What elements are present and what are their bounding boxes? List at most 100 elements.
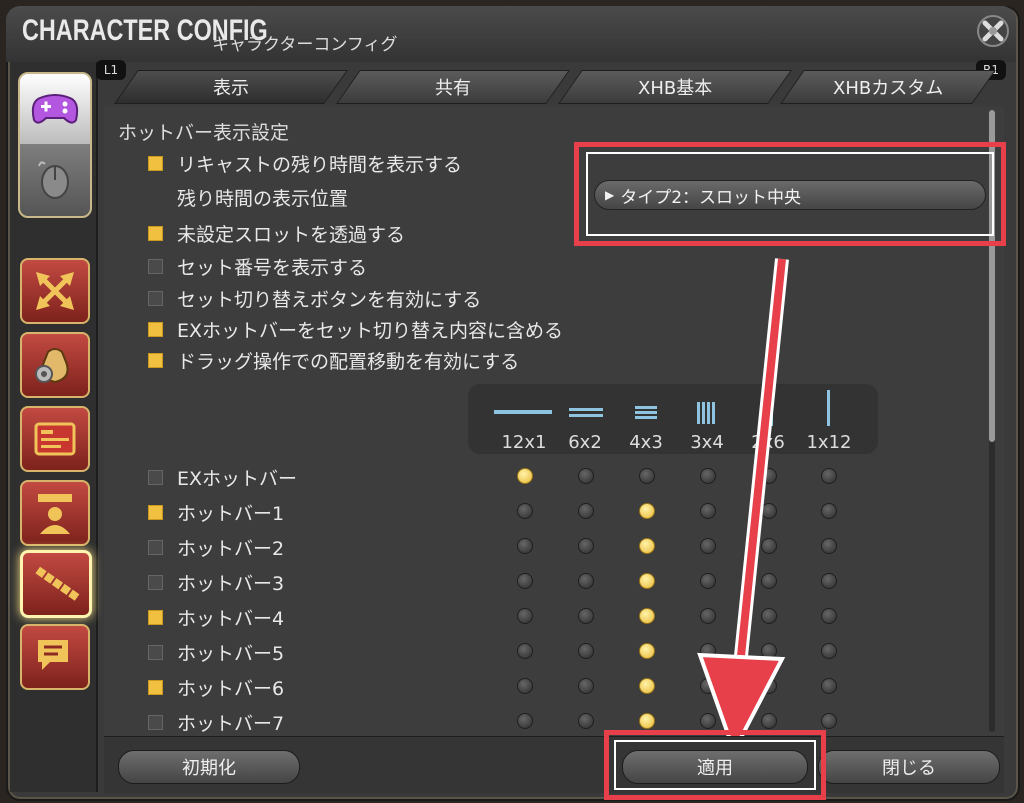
hotbar-row[interactable]: ホットバー1 xyxy=(148,499,284,526)
option-row[interactable]: セット切り替えボタンを有効にする xyxy=(148,285,481,312)
layout-radio[interactable] xyxy=(821,573,837,589)
arrows-icon xyxy=(36,272,74,310)
layout-radio[interactable] xyxy=(639,573,655,589)
hotbar-label: ホットバー1 xyxy=(177,503,285,525)
hotbar-row[interactable]: ホットバー3 xyxy=(148,569,284,596)
checkbox[interactable] xyxy=(148,575,163,590)
layout-radio[interactable] xyxy=(821,468,837,484)
checkbox[interactable] xyxy=(148,470,163,485)
layout-radio[interactable] xyxy=(578,503,594,519)
checkbox[interactable] xyxy=(148,259,163,274)
layout-radio[interactable] xyxy=(578,678,594,694)
hotbar-row[interactable]: ホットバー2 xyxy=(148,534,284,561)
checkbox[interactable] xyxy=(148,540,163,555)
layout-radio[interactable] xyxy=(578,468,594,484)
mouse-icon[interactable] xyxy=(20,144,90,216)
option-label: 未設定スロットを透過する xyxy=(177,224,406,246)
layout-radio[interactable] xyxy=(578,538,594,554)
sidebar-item-card[interactable] xyxy=(20,406,90,472)
layout-radio[interactable] xyxy=(517,538,533,554)
layout-radio[interactable] xyxy=(578,713,594,729)
hotbar-row[interactable]: ホットバー7 xyxy=(148,709,284,736)
close-button[interactable]: 閉じる xyxy=(818,750,1000,784)
window-subtitle: キャラクターコンフィグ xyxy=(212,35,398,55)
hotbar-row[interactable]: ホットバー6 xyxy=(148,674,284,701)
hotbar-icon xyxy=(35,566,80,601)
hotbar-row[interactable]: ホットバー4 xyxy=(148,604,284,631)
chat-icon xyxy=(38,640,68,670)
tab-xhb-basic[interactable]: XHB基本 xyxy=(558,70,792,104)
layout-radio[interactable] xyxy=(821,643,837,659)
hotbar-label: ホットバー4 xyxy=(177,608,285,630)
layout-label: 4x3 xyxy=(629,432,663,453)
tab-shared[interactable]: 共有 xyxy=(336,70,570,104)
layout-label: 1x12 xyxy=(806,432,852,453)
hotbar-row[interactable]: EXホットバー xyxy=(148,464,297,491)
checkbox[interactable] xyxy=(148,226,163,241)
hotbar-label: ホットバー7 xyxy=(177,713,285,735)
layout-radio[interactable] xyxy=(639,678,655,694)
hotbar-row[interactable]: ホットバー5 xyxy=(148,639,284,666)
layout-label: 12x1 xyxy=(501,432,547,453)
sidebar-item-chat[interactable] xyxy=(20,624,90,690)
option-row[interactable]: セット番号を表示する xyxy=(148,253,367,280)
layout-radio[interactable] xyxy=(639,643,655,659)
layout-radio[interactable] xyxy=(517,573,533,589)
sidebar-item-hotbar[interactable] xyxy=(20,550,92,618)
recast-position-label: 残り時間の表示位置 xyxy=(177,188,349,210)
layout-radio[interactable] xyxy=(639,538,655,554)
layout-radio[interactable] xyxy=(821,713,837,729)
option-row[interactable]: 未設定スロットを透過する xyxy=(148,220,405,247)
layout-radio[interactable] xyxy=(517,678,533,694)
close-icon[interactable] xyxy=(976,14,1010,48)
option-row[interactable]: ドラッグ操作での配置移動を有効にする xyxy=(148,347,519,374)
checkbox[interactable] xyxy=(148,291,163,306)
checkbox[interactable] xyxy=(148,610,163,625)
layout-radio[interactable] xyxy=(517,468,533,484)
checkbox[interactable] xyxy=(148,680,163,695)
bag-gear-icon xyxy=(35,348,69,384)
card-icon xyxy=(34,422,76,456)
layout-radio[interactable] xyxy=(821,503,837,519)
checkbox[interactable] xyxy=(148,505,163,520)
hotbar-label: ホットバー6 xyxy=(177,678,285,700)
checkbox[interactable] xyxy=(148,645,163,660)
layout-label: 6x2 xyxy=(568,432,602,453)
layout-radio[interactable] xyxy=(639,608,655,624)
section-title: ホットバー表示設定 xyxy=(118,122,290,144)
layout-radio[interactable] xyxy=(517,713,533,729)
layout-radio[interactable] xyxy=(639,713,655,729)
option-row[interactable]: EXホットバーをセット切り替え内容に含める xyxy=(148,316,563,343)
input-mode-toggle[interactable] xyxy=(18,72,92,218)
layout-radio[interactable] xyxy=(517,608,533,624)
option-label: セット番号を表示する xyxy=(177,257,368,279)
layout-radio[interactable] xyxy=(578,573,594,589)
checkbox[interactable] xyxy=(148,322,163,337)
checkbox[interactable] xyxy=(148,715,163,730)
layout-4x3-icon xyxy=(635,406,657,419)
layout-radio[interactable] xyxy=(821,538,837,554)
tab-xhb-custom[interactable]: XHBカスタム xyxy=(780,70,996,104)
layout-radio[interactable] xyxy=(578,608,594,624)
checkbox[interactable] xyxy=(148,353,163,368)
option-label: リキャストの残り時間を表示する xyxy=(177,154,463,176)
layout-radio[interactable] xyxy=(517,643,533,659)
layout-radio[interactable] xyxy=(639,503,655,519)
sidebar-item-character[interactable] xyxy=(20,480,90,546)
checkbox[interactable] xyxy=(148,156,163,171)
layout-radio[interactable] xyxy=(821,608,837,624)
hotbar-label: ホットバー5 xyxy=(177,643,285,665)
layout-radio[interactable] xyxy=(639,468,655,484)
gamepad-icon[interactable] xyxy=(20,74,90,144)
layout-radio[interactable] xyxy=(821,678,837,694)
person-icon xyxy=(38,494,72,534)
sidebar-item-items[interactable] xyxy=(20,332,90,398)
option-label: ドラッグ操作での配置移動を有効にする xyxy=(177,351,520,373)
reset-button[interactable]: 初期化 xyxy=(118,750,300,784)
layout-radio[interactable] xyxy=(517,503,533,519)
layout-radio[interactable] xyxy=(578,643,594,659)
option-label: セット切り替えボタンを有効にする xyxy=(177,289,482,311)
option-row[interactable]: リキャストの残り時間を表示する xyxy=(148,150,462,177)
tab-display[interactable]: 表示 xyxy=(114,70,348,104)
sidebar-item-control[interactable] xyxy=(20,258,90,324)
